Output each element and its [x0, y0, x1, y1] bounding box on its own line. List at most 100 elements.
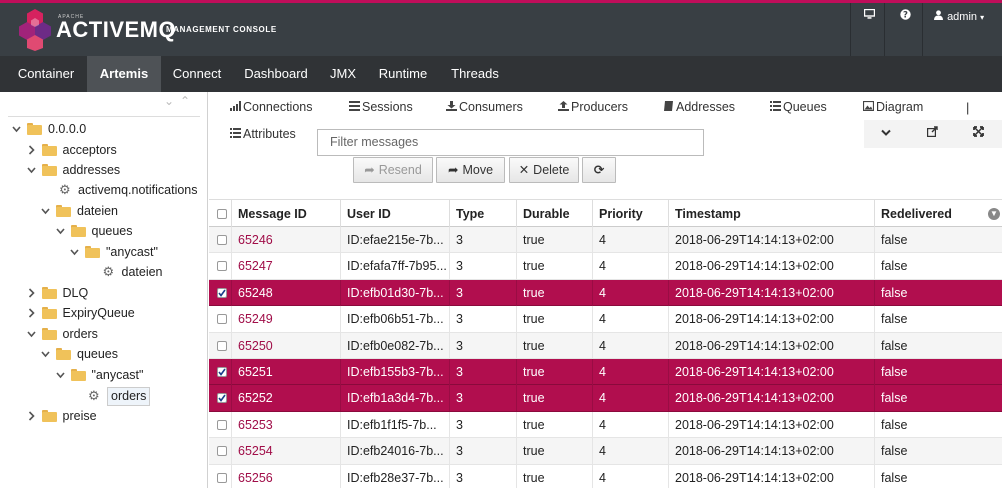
cell-durable: true	[516, 253, 592, 280]
cell-ts: 2018-06-29T14:14:13+02:00	[668, 385, 874, 412]
cell-id[interactable]: 65246	[231, 227, 340, 253]
tab-producers[interactable]: Producers	[558, 94, 628, 120]
column-header-timestamp[interactable]: Timestamp	[668, 200, 874, 228]
cell-id[interactable]: 65251	[231, 359, 340, 385]
chevron-down-icon[interactable]	[55, 365, 66, 385]
chevron-down-icon[interactable]	[26, 160, 37, 180]
nav-artemis[interactable]: Artemis	[87, 56, 161, 92]
chevron-right-icon[interactable]	[27, 140, 37, 160]
move-button[interactable]: ➦ Move	[436, 157, 505, 183]
nav-connect[interactable]: Connect	[164, 56, 230, 92]
row-checkbox[interactable]	[217, 419, 227, 430]
tree-node[interactable]: 0.0.0.0	[0, 119, 206, 139]
column-header-redelivered[interactable]: Redelivered	[874, 200, 1002, 228]
tree-node[interactable]: dateien	[0, 201, 206, 221]
nav-threads[interactable]: Threads	[444, 56, 506, 92]
nav-dashboard[interactable]: Dashboard	[236, 56, 316, 92]
table-row[interactable]: 65251 ID:efb155b3-7b... 3 true 4 2018-06-29T1…	[209, 359, 1002, 386]
table-row[interactable]: 65246 ID:efae215e-7b... 3 true 4 2018-06-29T1…	[209, 227, 1002, 254]
cell-id[interactable]: 65256	[231, 464, 340, 488]
row-checkbox[interactable]	[217, 261, 227, 272]
table-row[interactable]: 65250 ID:efb0e082-7b... 3 true 4 2018-06-29T1…	[209, 332, 1002, 359]
nav-runtime[interactable]: Runtime	[370, 56, 436, 92]
user-name: admin	[947, 11, 978, 23]
table-row[interactable]: 65247 ID:efafa7ff-7b95... 3 true 4 2018-06-29…	[209, 253, 1002, 280]
user-menu[interactable]: admin ▾	[934, 10, 984, 23]
chevron-down-icon[interactable]	[41, 201, 51, 221]
tab-diagram[interactable]: Diagram	[862, 94, 923, 120]
cell-id[interactable]: 65253	[231, 411, 340, 438]
column-header-message-id[interactable]: Message ID	[231, 200, 340, 228]
row-checkbox[interactable]	[217, 367, 227, 377]
table-row[interactable]: 65249 ID:efb06b51-7b... 3 true 4 2018-06-29T1…	[209, 306, 1002, 333]
tree-node[interactable]: "anycast"	[0, 242, 206, 262]
row-checkbox[interactable]	[217, 287, 227, 298]
share-icon[interactable]	[927, 126, 938, 140]
row-checkbox[interactable]	[217, 314, 227, 325]
chevron-down-icon[interactable]	[41, 344, 51, 364]
tree-node[interactable]: ExpiryQueue	[0, 303, 206, 323]
tab-attributes[interactable]: Attributes	[230, 121, 296, 147]
tree-node[interactable]: ⚙ activemq.notifications	[0, 180, 206, 200]
cell-id[interactable]: 65248	[231, 279, 340, 306]
cell-id[interactable]: 65254	[231, 438, 340, 465]
row-checkbox[interactable]	[217, 472, 227, 483]
chevron-right-icon[interactable]	[27, 303, 37, 323]
tab-connections[interactable]: Connections	[230, 94, 313, 120]
tree-node[interactable]: ⚙ orders	[0, 386, 206, 406]
search-underline	[8, 116, 200, 117]
cell-id[interactable]: 65252	[231, 385, 340, 412]
filter-messages-input[interactable]: Filter messages	[317, 129, 704, 156]
column-header-durable[interactable]: Durable	[516, 200, 592, 228]
row-checkbox[interactable]	[217, 446, 227, 457]
column-menu-icon[interactable]: ▼	[988, 208, 1000, 220]
table-row[interactable]: 65256 ID:efb28e37-7b... 3 true 4 2018-06-29T1…	[209, 464, 1002, 488]
tree-node[interactable]: addresses	[0, 160, 206, 180]
nav-container[interactable]: Container	[0, 56, 92, 92]
column-header-user-id[interactable]: User ID	[340, 200, 449, 228]
chevron-down-icon[interactable]	[55, 221, 66, 241]
table-row[interactable]: 65253 ID:efb1f1f5-7b... 3 true 4 2018-06-29T1…	[209, 411, 1002, 439]
cell-id[interactable]: 65247	[231, 253, 340, 280]
tree-node[interactable]: ⚙ dateien	[0, 262, 206, 282]
tab-addresses[interactable]: Addresses	[663, 94, 735, 120]
fullscreen-icon[interactable]	[973, 126, 984, 140]
tree-node[interactable]: orders	[0, 324, 206, 344]
cell-id[interactable]: 65250	[231, 332, 340, 359]
delete-button[interactable]: ✕ Delete	[509, 157, 579, 183]
column-header-priority[interactable]: Priority	[592, 200, 668, 228]
tab-consumers[interactable]: Consumers	[446, 94, 523, 120]
tab-sessions[interactable]: Sessions	[349, 94, 413, 120]
chevron-down-icon[interactable]	[881, 126, 891, 140]
cell-type: 3	[449, 332, 516, 359]
refresh-button[interactable]: ⟳	[582, 157, 616, 183]
nav-jmx[interactable]: JMX	[324, 56, 362, 92]
chevron-down-icon[interactable]	[70, 242, 80, 262]
tree-node[interactable]: acceptors	[0, 140, 206, 160]
collapse-all-icon[interactable]: ⌃	[180, 94, 190, 108]
table-row[interactable]: 65252 ID:efb1a3d4-7b... 3 true 4 2018-06-29T1…	[209, 385, 1002, 412]
gear-icon: ⚙	[59, 182, 71, 197]
expand-all-icon[interactable]: ⌄	[164, 94, 174, 108]
monitor-icon[interactable]	[862, 8, 876, 23]
chevron-right-icon[interactable]	[27, 283, 37, 303]
cell-id[interactable]: 65249	[231, 306, 340, 333]
table-row[interactable]: 65254 ID:efb24016-7b... 3 true 4 2018-06-29T1…	[209, 438, 1002, 465]
tree-node[interactable]: queues	[0, 344, 206, 364]
row-checkbox[interactable]	[217, 393, 227, 404]
resend-button[interactable]: ➦ Resend	[353, 157, 433, 183]
column-header-type[interactable]: Type	[449, 200, 516, 228]
tree-node[interactable]: preise	[0, 406, 206, 426]
tab-queues[interactable]: Queues	[770, 94, 827, 120]
chevron-down-icon[interactable]	[12, 119, 22, 139]
chevron-right-icon[interactable]	[27, 406, 37, 426]
select-all-checkbox[interactable]	[217, 209, 227, 219]
tree-node[interactable]: queues	[0, 221, 206, 241]
row-checkbox[interactable]	[217, 235, 227, 245]
help-icon[interactable]: ?	[898, 9, 912, 23]
row-checkbox[interactable]	[217, 340, 227, 351]
tree-node[interactable]: DLQ	[0, 283, 206, 303]
chevron-down-icon[interactable]	[26, 324, 37, 344]
table-row[interactable]: 65248 ID:efb01d30-7b... 3 true 4 2018-06-29T1…	[209, 279, 1002, 307]
tree-node[interactable]: "anycast"	[0, 365, 206, 385]
